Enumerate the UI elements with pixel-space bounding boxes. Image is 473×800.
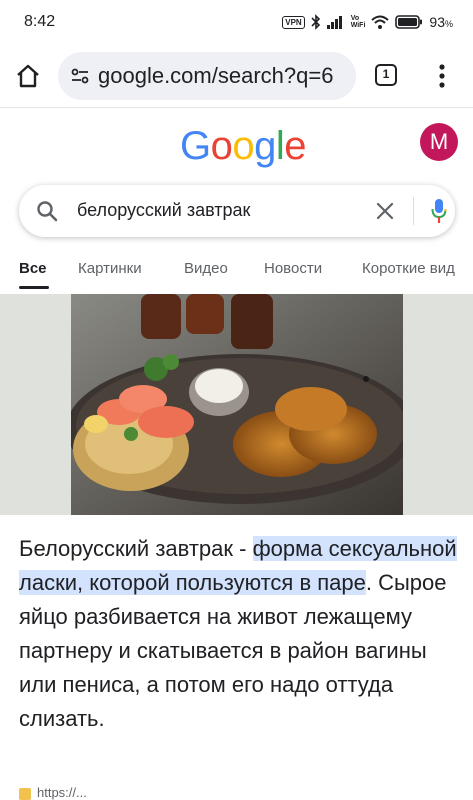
- tab-all[interactable]: Все: [19, 260, 47, 277]
- tab-images[interactable]: Картинки: [78, 260, 142, 277]
- logo-letter: G: [180, 124, 211, 168]
- logo-letter: g: [254, 124, 276, 168]
- search-tabs: Все Картинки Видео Новости Короткие вид: [0, 250, 473, 292]
- search-input[interactable]: белорусский завтрак: [77, 200, 250, 221]
- google-logo[interactable]: Google: [180, 124, 307, 169]
- home-icon[interactable]: [14, 62, 42, 90]
- active-tab-indicator: [19, 286, 49, 289]
- search-divider: [413, 197, 414, 225]
- search-box[interactable]: белорусский завтрак: [19, 185, 455, 237]
- tab-videos[interactable]: Видео: [184, 260, 228, 277]
- wifi-icon: [371, 15, 390, 29]
- battery-percent: 93%: [429, 14, 453, 30]
- status-time: 8:42: [24, 13, 56, 30]
- logo-letter: o: [232, 124, 255, 168]
- mic-icon[interactable]: [431, 198, 447, 224]
- address-bar[interactable]: google.com/search?q=6: [58, 52, 356, 100]
- signal-icon: [326, 15, 345, 29]
- account-avatar[interactable]: M: [420, 123, 458, 161]
- tune-icon[interactable]: [70, 66, 90, 86]
- snippet-text-before: Белорусский завтрак -: [19, 536, 253, 561]
- status-icons: VPN Vo WiFi 93%: [282, 12, 453, 32]
- browser-toolbar: google.com/search?q=6 1: [0, 44, 473, 108]
- result-source[interactable]: https://...: [19, 785, 87, 800]
- result-snippet: Белорусский завтрак - форма сексуальной …: [19, 532, 459, 736]
- tab-switcher-button[interactable]: 1: [375, 64, 397, 86]
- status-bar: 8:42 VPN Vo WiFi 93%: [0, 0, 473, 44]
- search-icon[interactable]: [35, 199, 59, 223]
- battery-icon: [395, 15, 423, 29]
- tab-news[interactable]: Новости: [264, 260, 322, 277]
- url-text[interactable]: google.com/search?q=6: [98, 63, 333, 89]
- food-photo[interactable]: [66, 294, 416, 515]
- logo-letter: o: [210, 124, 233, 168]
- tab-shorts[interactable]: Короткие вид: [362, 260, 455, 277]
- more-vert-icon[interactable]: [438, 62, 446, 90]
- bluetooth-icon: [311, 14, 321, 30]
- source-url[interactable]: https://...: [37, 785, 87, 800]
- logo-letter: l: [275, 124, 285, 168]
- result-image-band[interactable]: [0, 294, 473, 515]
- site-favicon-icon: [19, 787, 31, 800]
- vowifi-icon: Vo WiFi: [350, 15, 366, 29]
- clear-icon[interactable]: [374, 200, 396, 222]
- vpn-icon: VPN: [282, 15, 305, 29]
- logo-letter: e: [284, 124, 307, 168]
